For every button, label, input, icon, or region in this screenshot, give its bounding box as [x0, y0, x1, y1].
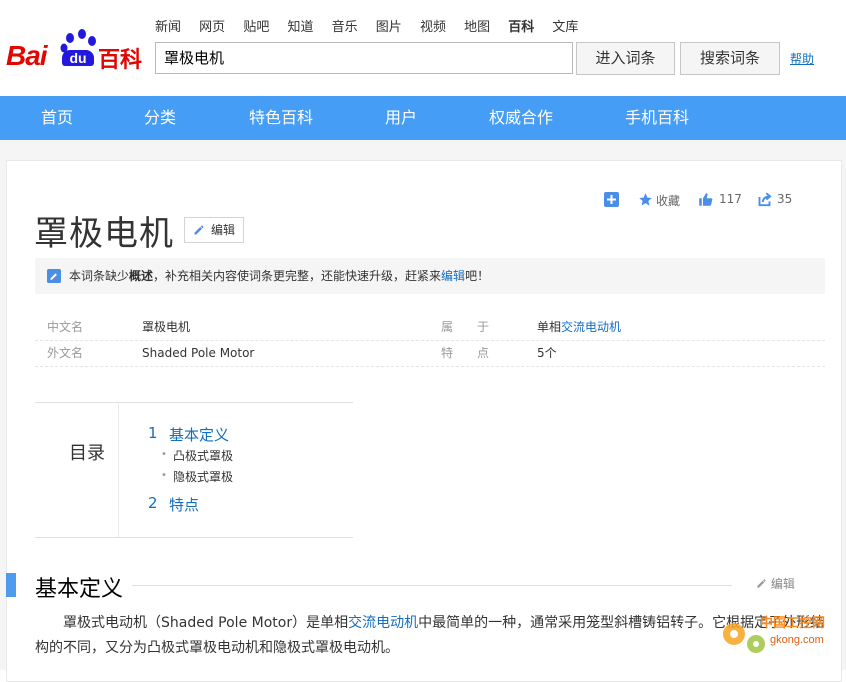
notice-suffix: 吧！	[465, 269, 490, 283]
top-nav-news[interactable]: 新闻	[155, 20, 181, 35]
info-value-foreign-name: Shaded Pole Motor	[142, 346, 255, 360]
notice-middle: ，补充相关内容使词条更完整，还能快速升级，赶紧来	[153, 269, 442, 283]
notice-prefix: 本词条缺少	[69, 269, 130, 283]
section-edit-label: 编辑	[770, 577, 795, 591]
nav-users[interactable]: 用户	[385, 96, 417, 140]
share-icon[interactable]	[757, 192, 772, 207]
info-belongs-link[interactable]: 交流电动机	[561, 320, 621, 334]
like-count: 117	[719, 192, 742, 206]
page-title: 罩极电机	[34, 214, 174, 254]
enter-entry-button[interactable]: 进入词条	[576, 42, 675, 75]
section-title: 基本定义	[35, 577, 124, 602]
info-value-features: 5个	[537, 346, 557, 360]
share-count: 35	[777, 192, 793, 206]
info-row-1: 中文名 罩极电机 属 于 单相交流电动机	[35, 314, 825, 341]
toc-item-2-text[interactable]: 特点	[169, 494, 199, 515]
edit-title-label: 编辑	[211, 223, 236, 237]
search-entry-button[interactable]: 搜索词条	[680, 42, 780, 75]
pencil-icon	[757, 579, 766, 588]
nav-partners[interactable]: 权威合作	[489, 96, 553, 140]
toc-item-2-num[interactable]: 2	[148, 494, 158, 512]
edit-title-button[interactable]: 编辑	[184, 217, 244, 243]
info-key-chinese-name: 中文名	[47, 320, 84, 334]
para-part-1: 罩极式电动机（Shaded Pole Motor）是单相	[63, 615, 349, 631]
section-divider	[132, 585, 732, 586]
toc-item-1-text[interactable]: 基本定义	[169, 424, 229, 445]
add-icon[interactable]	[604, 192, 619, 207]
notice-bold: 概述	[129, 269, 154, 283]
toc-item-1-num[interactable]: 1	[148, 424, 158, 442]
top-nav: 新闻 网页 贴吧 知道 音乐 图片 视频 地图 百科 文库	[155, 16, 592, 35]
logo-du-text: du	[62, 50, 94, 66]
main-nav-bar: 首页 分类 特色百科 用户 权威合作 手机百科	[0, 96, 846, 140]
toc-subitem-2[interactable]: 隐极式罩极	[173, 468, 233, 485]
toc-bullet: •	[161, 470, 167, 481]
info-key-foreign-name: 外文名	[47, 346, 84, 360]
toc-label: 目录	[69, 443, 105, 464]
section-marker	[6, 573, 16, 597]
nav-category[interactable]: 分类	[144, 96, 176, 140]
star-icon[interactable]	[638, 192, 653, 207]
logo-baike-text: 百科	[98, 48, 143, 73]
info-key-features: 特 点	[441, 346, 490, 360]
toc-divider	[118, 403, 119, 537]
nav-featured[interactable]: 特色百科	[249, 96, 313, 140]
info-row-2: 外文名 Shaded Pole Motor 特 点 5个	[35, 340, 825, 367]
top-nav-zhidao[interactable]: 知道	[287, 20, 313, 35]
info-value-chinese-name: 罩极电机	[142, 320, 191, 334]
toc-subitem-1[interactable]: 凸极式罩极	[173, 447, 233, 464]
baidu-baike-logo[interactable]: Bai du 百科	[6, 28, 146, 74]
logo-bai-text: Bai	[6, 40, 48, 71]
top-nav-video[interactable]: 视频	[420, 20, 446, 35]
definition-paragraph: 罩极式电动机（Shaded Pole Motor）是单相交流电动机中最简单的一种…	[35, 611, 830, 661]
top-nav-images[interactable]: 图片	[376, 20, 402, 35]
edit-note-icon	[47, 269, 61, 283]
info-key-belongs: 属 于	[441, 320, 490, 334]
search-input[interactable]: 罩极电机	[155, 42, 573, 74]
top-nav-baike[interactable]: 百科	[508, 20, 534, 35]
info-value-belongs: 单相交流电动机	[537, 314, 621, 340]
collect-label[interactable]: 收藏	[656, 192, 680, 209]
para-link-ac-motor[interactable]: 交流电动机	[348, 615, 418, 631]
help-link[interactable]: 帮助	[790, 50, 814, 67]
watermark-site-name: 中国工控网	[760, 616, 826, 631]
toc-bullet: •	[161, 449, 167, 460]
top-nav-tieba[interactable]: 贴吧	[243, 20, 269, 35]
missing-summary-notice: 本词条缺少概述，补充相关内容使词条更完整，还能快速升级，赶紧来编辑吧！	[35, 258, 825, 294]
top-nav-music[interactable]: 音乐	[332, 20, 358, 35]
notice-edit-link[interactable]: 编辑	[441, 269, 465, 283]
top-nav-wenku[interactable]: 文库	[552, 20, 578, 35]
nav-mobile[interactable]: 手机百科	[625, 96, 689, 140]
top-nav-web[interactable]: 网页	[199, 20, 225, 35]
table-of-contents: 目录 1 基本定义 • 凸极式罩极 • 隐极式罩极 2 特点	[35, 402, 353, 538]
info-belongs-prefix: 单相	[537, 320, 562, 334]
top-nav-map[interactable]: 地图	[464, 20, 490, 35]
pencil-icon	[194, 225, 204, 235]
thumbs-up-icon[interactable]	[698, 192, 713, 207]
section-edit-button[interactable]: 编辑	[756, 575, 795, 592]
watermark-domain: gkong.com	[770, 634, 824, 646]
nav-home[interactable]: 首页	[41, 96, 73, 140]
